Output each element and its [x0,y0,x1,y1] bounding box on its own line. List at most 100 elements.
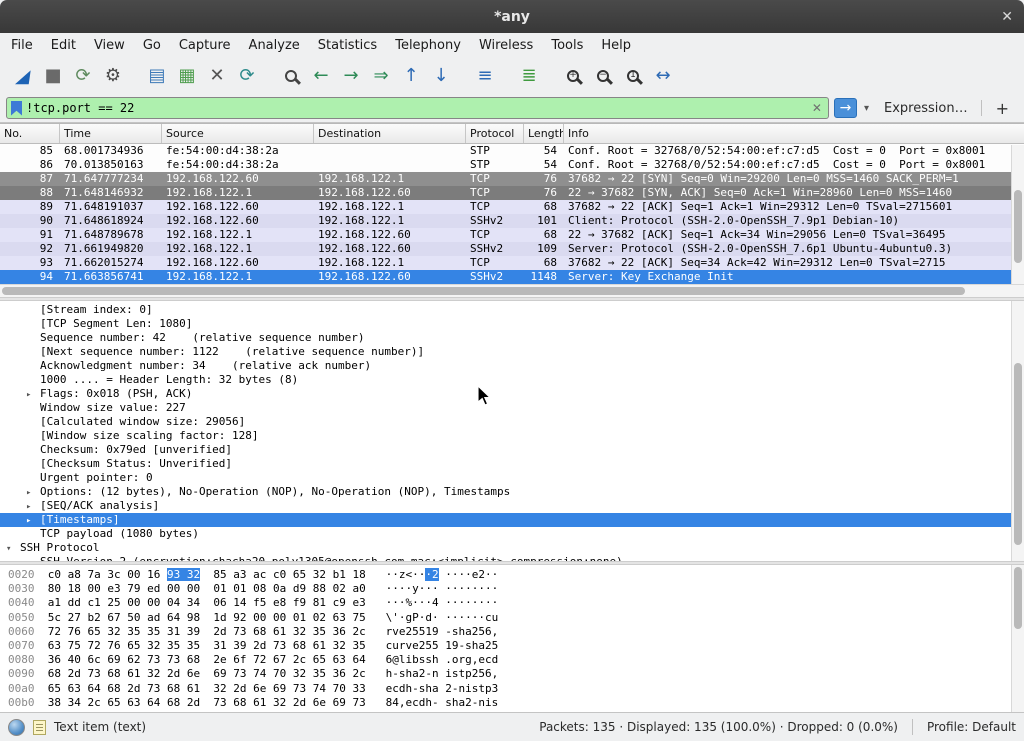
add-filter-button[interactable]: + [987,99,1018,118]
menu-capture[interactable]: Capture [170,35,240,56]
expression-button[interactable]: Expression… [876,101,976,116]
detail-line[interactable]: [TCP Segment Len: 1080] [0,317,1024,331]
packet-row-92[interactable]: 9271.661949820192.168.122.1192.168.122.6… [0,242,1024,256]
colorize-packets-icon[interactable]: ≣ [514,62,544,90]
menu-telephony[interactable]: Telephony [386,35,470,56]
filter-clear-icon[interactable]: ✕ [810,101,824,115]
profile-text[interactable]: Profile: Default [927,720,1016,734]
packet-list-hscrollbar[interactable] [0,284,1024,297]
menu-help[interactable]: Help [592,35,640,56]
save-file-icon[interactable]: ▦ [172,62,202,90]
packet-row-91[interactable]: 9171.648789678192.168.122.1192.168.122.6… [0,228,1024,242]
packet-row-94[interactable]: 9471.663856741192.168.122.1192.168.122.6… [0,270,1024,284]
go-back-icon[interactable]: ← [306,62,336,90]
details-vscrollbar[interactable] [1011,301,1024,561]
packet-row-89[interactable]: 8971.648191037192.168.122.60192.168.122.… [0,200,1024,214]
menu-statistics[interactable]: Statistics [309,35,386,56]
filter-history-dropdown-icon[interactable]: ▾ [862,103,871,114]
detail-line[interactable]: [Checksum Status: Unverified] [0,457,1024,471]
zoom-original-icon[interactable]: 1 [618,62,648,90]
detail-line[interactable]: Urgent pointer: 0 [0,471,1024,485]
column-header-source[interactable]: Source [162,124,314,143]
detail-line[interactable]: 1000 .... = Header Length: 32 bytes (8) [0,373,1024,387]
packet-row-85[interactable]: 8568.001734936fe:54:00:d4:38:2aSTP54Conf… [0,144,1024,158]
column-header-no[interactable]: No. [0,124,60,143]
open-file-icon[interactable]: ▤ [142,62,172,90]
column-header-destination[interactable]: Destination [314,124,466,143]
detail-line[interactable]: ▸Flags: 0x018 (PSH, ACK) [0,387,1024,401]
close-file-icon[interactable]: ✕ [202,62,232,90]
find-packet-icon[interactable] [276,62,306,90]
menu-tools[interactable]: Tools [542,35,592,56]
column-header-length[interactable]: Length [524,124,564,143]
zoom-in-icon[interactable]: + [558,62,588,90]
reload-file-icon[interactable]: ⟳ [232,62,262,90]
detail-line[interactable]: [Stream index: 0] [0,303,1024,317]
scrollbar-thumb[interactable] [2,287,965,295]
detail-line[interactable]: SSH Version 2 (encryption:chacha20-poly1… [0,555,1024,561]
packet-row-86[interactable]: 8670.013850163fe:54:00:d4:38:2aSTP54Conf… [0,158,1024,172]
display-filter-field[interactable]: ✕ [6,97,829,119]
scrollbar-thumb[interactable] [1014,567,1022,629]
packet-list-vscrollbar[interactable] [1011,145,1024,285]
go-first-icon[interactable]: ↑ [396,62,426,90]
restart-capture-icon[interactable]: ⟳ [68,62,98,90]
expanded-arrow-icon[interactable]: ▾ [6,542,20,555]
detail-line[interactable]: [Window size scaling factor: 128] [0,429,1024,443]
hex-row-00b0[interactable]: 00b0 38 34 2c 65 63 64 68 2d 73 68 61 32… [8,696,1024,710]
detail-line[interactable]: Sequence number: 42 (relative sequence n… [0,331,1024,345]
go-last-icon[interactable]: ↓ [426,62,456,90]
packet-row-87[interactable]: 8771.647777234192.168.122.60192.168.122.… [0,172,1024,186]
hex-row-0080[interactable]: 0080 36 40 6c 69 62 73 73 68 2e 6f 72 67… [8,653,1024,667]
detail-line[interactable]: ▾SSH Protocol [0,541,1024,555]
menu-go[interactable]: Go [134,35,170,56]
detail-line[interactable]: [Calculated window size: 29056] [0,415,1024,429]
menu-analyze[interactable]: Analyze [240,35,309,56]
scrollbar-thumb[interactable] [1014,190,1022,263]
packet-row-88[interactable]: 8871.648146932192.168.122.1192.168.122.6… [0,186,1024,200]
detail-line[interactable]: Checksum: 0x79ed [unverified] [0,443,1024,457]
menu-view[interactable]: View [85,35,134,56]
zoom-out-icon[interactable]: − [588,62,618,90]
collapsed-arrow-icon[interactable]: ▸ [26,388,40,401]
hex-row-0090[interactable]: 0090 68 2d 73 68 61 32 2d 6e 69 73 74 70… [8,667,1024,681]
detail-line[interactable]: TCP payload (1080 bytes) [0,527,1024,541]
filter-bookmark-icon[interactable] [11,101,22,116]
detail-line[interactable]: ▸Options: (12 bytes), No-Operation (NOP)… [0,485,1024,499]
capture-options-icon[interactable]: ⚙ [98,62,128,90]
close-window-button[interactable]: ✕ [1001,9,1013,25]
collapsed-arrow-icon[interactable]: ▸ [26,514,40,527]
collapsed-arrow-icon[interactable]: ▸ [26,486,40,499]
hex-row-0050[interactable]: 0050 5c 27 b2 67 50 ad 64 98 1d 92 00 00… [8,611,1024,625]
stop-capture-icon[interactable]: ■ [38,62,68,90]
column-header-time[interactable]: Time [60,124,162,143]
bytes-vscrollbar[interactable] [1011,565,1024,712]
detail-line[interactable]: Acknowledgment number: 34 (relative ack … [0,359,1024,373]
go-to-packet-icon[interactable]: ⇒ [366,62,396,90]
column-header-protocol[interactable]: Protocol [466,124,524,143]
hex-row-0030[interactable]: 0030 80 18 00 e3 79 ed 00 00 01 01 08 0a… [8,582,1024,596]
hex-row-0060[interactable]: 0060 72 76 65 32 35 35 31 39 2d 73 68 61… [8,625,1024,639]
display-filter-input[interactable] [26,99,806,117]
packet-row-93[interactable]: 9371.662015274192.168.122.60192.168.122.… [0,256,1024,270]
start-capture-icon[interactable]: ◢ [6,62,40,90]
scrollbar-thumb[interactable] [1014,363,1022,545]
detail-line[interactable]: Window size value: 227 [0,401,1024,415]
hex-row-0020[interactable]: 0020 c0 a8 7a 3c 00 16 93 32 85 a3 ac c0… [8,568,1024,582]
go-forward-icon[interactable]: → [336,62,366,90]
filter-apply-button[interactable]: → [834,98,857,118]
hex-row-0070[interactable]: 0070 63 75 72 76 65 32 35 35 31 39 2d 73… [8,639,1024,653]
column-header-info[interactable]: Info [564,124,1024,143]
expert-info-icon[interactable] [8,719,25,736]
detail-line[interactable]: ▸[SEQ/ACK analysis] [0,499,1024,513]
titlebar[interactable]: *any ✕ [0,0,1024,33]
collapsed-arrow-icon[interactable]: ▸ [26,500,40,513]
menu-edit[interactable]: Edit [42,35,85,56]
detail-line[interactable]: [Next sequence number: 1122 (relative se… [0,345,1024,359]
hex-row-0040[interactable]: 0040 a1 dd c1 25 00 00 04 34 06 14 f5 e8… [8,596,1024,610]
hex-row-00a0[interactable]: 00a0 65 63 64 68 2d 73 68 61 32 2d 6e 69… [8,682,1024,696]
capture-comment-icon[interactable] [33,720,46,735]
packet-row-90[interactable]: 9071.648618924192.168.122.60192.168.122.… [0,214,1024,228]
detail-line[interactable]: ▸[Timestamps] [0,513,1024,527]
resize-columns-icon[interactable]: ↔ [648,62,678,90]
